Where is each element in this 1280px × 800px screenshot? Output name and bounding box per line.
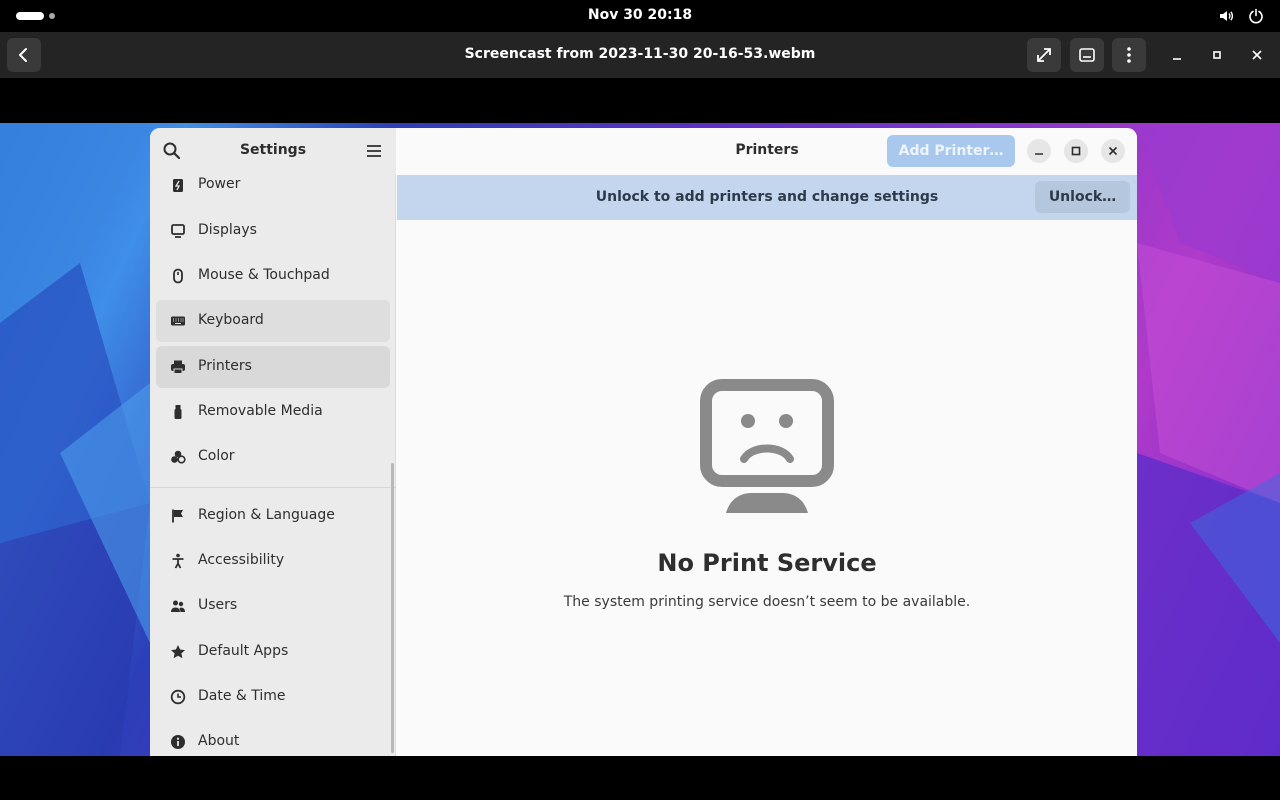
sidebar-item-label: Power xyxy=(198,176,241,192)
info-icon xyxy=(171,735,185,749)
maximize-icon[interactable] xyxy=(1206,44,1228,66)
empty-state-description: The system printing service doesn’t seem… xyxy=(563,594,971,610)
color-icon xyxy=(171,450,186,464)
sidebar-item-users[interactable]: Users xyxy=(156,585,390,627)
sidebar-item-region-language[interactable]: Region & Language xyxy=(156,495,390,537)
power-icon xyxy=(173,179,183,192)
sidebar-item-color[interactable]: Color xyxy=(156,436,390,478)
sidebar-item-about[interactable]: About xyxy=(156,721,390,756)
power-menu-icon[interactable] xyxy=(1248,8,1264,24)
keyboard-icon xyxy=(171,316,185,326)
empty-state-title: No Print Service xyxy=(657,549,877,577)
sidebar-item-label: Keyboard xyxy=(198,312,264,328)
settings-sidebar: Settings Power Displays Mouse & Touchpad… xyxy=(150,128,396,756)
star-icon xyxy=(171,645,185,659)
sidebar-item-label: Date & Time xyxy=(198,688,286,704)
panel-title: Printers xyxy=(735,142,799,158)
printer-icon xyxy=(171,360,185,374)
panel-header: Printers Add Printer… xyxy=(397,128,1137,174)
sad-computer-icon xyxy=(700,379,834,513)
minimize-icon xyxy=(1035,153,1043,155)
sidebar-item-label: Default Apps xyxy=(198,643,289,659)
sidebar-item-label: Displays xyxy=(198,222,257,238)
unlock-infobar: Unlock to add printers and change settin… xyxy=(397,175,1137,220)
window-maximize-button[interactable] xyxy=(1064,139,1088,163)
sidebar-item-date-time[interactable]: Date & Time xyxy=(156,676,390,718)
window-minimize-button[interactable] xyxy=(1027,139,1051,163)
sidebar-item-mouse-touchpad[interactable]: Mouse & Touchpad xyxy=(156,255,390,297)
sidebar-item-default-apps[interactable]: Default Apps xyxy=(156,631,390,673)
maximize-icon xyxy=(1071,146,1081,156)
player-header-bar: Screencast from 2023-11-30 20-16-53.webm xyxy=(0,32,1280,78)
display-icon xyxy=(171,224,185,238)
flag-icon xyxy=(172,509,183,523)
sidebar-item-removable-media[interactable]: Removable Media xyxy=(156,391,390,433)
hamburger-menu-icon[interactable] xyxy=(364,141,384,161)
users-icon xyxy=(171,600,185,612)
window-close-button[interactable] xyxy=(1101,139,1125,163)
more-vertical-icon xyxy=(1127,47,1131,63)
fullscreen-button[interactable] xyxy=(1027,38,1061,72)
settings-window: Settings Power Displays Mouse & Touchpad… xyxy=(150,128,1137,756)
sidebar-item-label: Users xyxy=(198,597,238,613)
sidebar-item-label: Color xyxy=(198,448,235,464)
sidebar-item-label: Removable Media xyxy=(198,403,323,419)
sidebar-scrollbar[interactable] xyxy=(391,463,394,753)
sidebar-separator xyxy=(150,487,396,488)
sidebar-item-label: Mouse & Touchpad xyxy=(198,267,330,283)
infobar-message: Unlock to add printers and change settin… xyxy=(595,189,939,205)
printers-panel: Printers Add Printer… Unlock to add prin… xyxy=(397,128,1137,756)
player-bottom-bar xyxy=(0,756,1280,800)
sidebar-item-printers[interactable]: Printers xyxy=(156,346,390,388)
volume-icon[interactable] xyxy=(1218,8,1234,24)
sidebar-item-label: Accessibility xyxy=(198,552,285,568)
player-menu-button[interactable] xyxy=(1112,38,1146,72)
clock-icon xyxy=(170,689,186,705)
sidebar-item-label: Printers xyxy=(198,358,252,374)
sidebar-item-label: Region & Language xyxy=(198,507,335,523)
top-bar: Nov 30 20:18 xyxy=(0,0,1280,32)
add-printer-button[interactable]: Add Printer… xyxy=(887,135,1015,167)
video-area[interactable]: Settings Power Displays Mouse & Touchpad… xyxy=(0,78,1280,756)
usb-icon xyxy=(174,405,182,419)
sidebar-item-accessibility[interactable]: Accessibility xyxy=(156,540,390,582)
sidebar-item-displays[interactable]: Displays xyxy=(156,210,390,252)
fullscreen-icon xyxy=(1037,48,1051,62)
subtitles-button[interactable] xyxy=(1070,38,1104,72)
accessibility-icon xyxy=(172,553,184,569)
close-icon xyxy=(1108,146,1118,156)
sidebar-item-power[interactable]: Power xyxy=(156,164,390,206)
sidebar-item-label: About xyxy=(198,733,240,749)
sidebar-title: Settings xyxy=(239,142,307,158)
sidebar-item-keyboard[interactable]: Keyboard xyxy=(156,300,390,342)
mouse-icon xyxy=(173,268,183,284)
clock[interactable]: Nov 30 20:18 xyxy=(0,7,1280,23)
minimize-icon[interactable] xyxy=(1166,44,1188,66)
close-icon[interactable] xyxy=(1246,44,1268,66)
subtitles-icon xyxy=(1079,48,1095,62)
unlock-button[interactable]: Unlock… xyxy=(1035,181,1130,213)
